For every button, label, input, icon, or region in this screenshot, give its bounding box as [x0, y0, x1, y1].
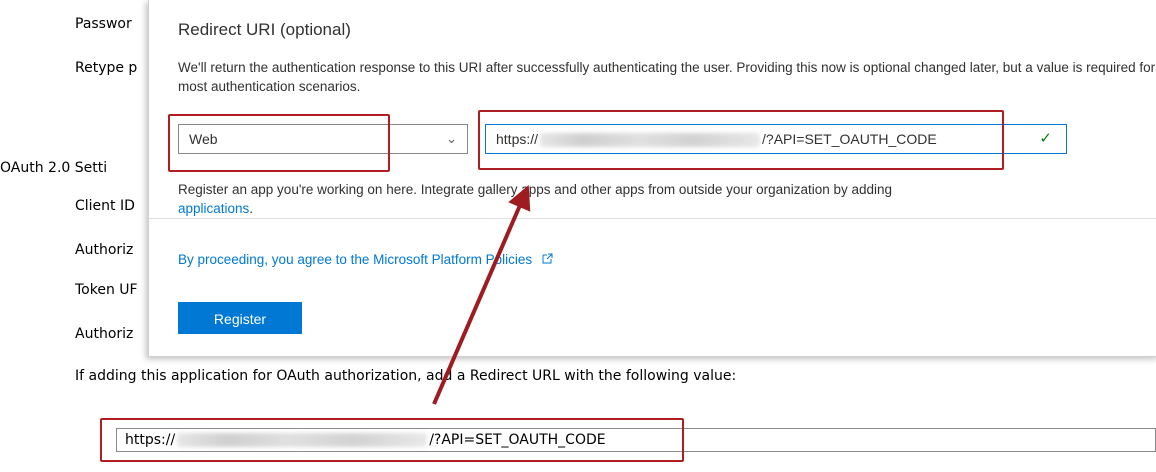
retype-password-label: Retype p	[75, 60, 138, 76]
uri-highlight-box	[478, 110, 1004, 170]
platform-policies-text: By proceeding, you agree to the Microsof…	[178, 252, 533, 267]
redirect-field-highlight-box	[100, 418, 684, 462]
external-link-icon	[542, 253, 553, 264]
oauth-section-heading: OAuth 2.0 Setti	[0, 160, 108, 176]
chevron-down-icon: ⌄	[446, 131, 457, 146]
applications-link[interactable]: applications	[178, 201, 249, 216]
divider	[149, 218, 1156, 219]
panel-description: We'll return the authentication response…	[178, 60, 1156, 94]
panel-title: Redirect URI (optional)	[178, 20, 351, 39]
client-id-label: Client ID	[75, 198, 135, 214]
checkmark-icon: ✓	[1039, 130, 1052, 147]
register-info: Register an app you're working on here. …	[178, 180, 1156, 218]
register-button[interactable]: Register	[178, 302, 302, 334]
register-info-end: .	[249, 201, 254, 216]
authorization-url-label: Authoriz	[75, 242, 134, 258]
app-registration-panel: Redirect URI (optional) We'll return the…	[148, 0, 1156, 357]
authorization-scope-label: Authoriz	[75, 326, 134, 342]
redirect-instruction: If adding this application for OAuth aut…	[75, 368, 737, 384]
platform-policies-link[interactable]: By proceeding, you agree to the Microsof…	[178, 252, 554, 267]
register-info-text: Register an app you're working on here. …	[178, 182, 893, 197]
platform-highlight-box	[168, 114, 390, 172]
token-url-label: Token UF	[75, 282, 138, 298]
password-label: Passwor	[75, 16, 132, 32]
